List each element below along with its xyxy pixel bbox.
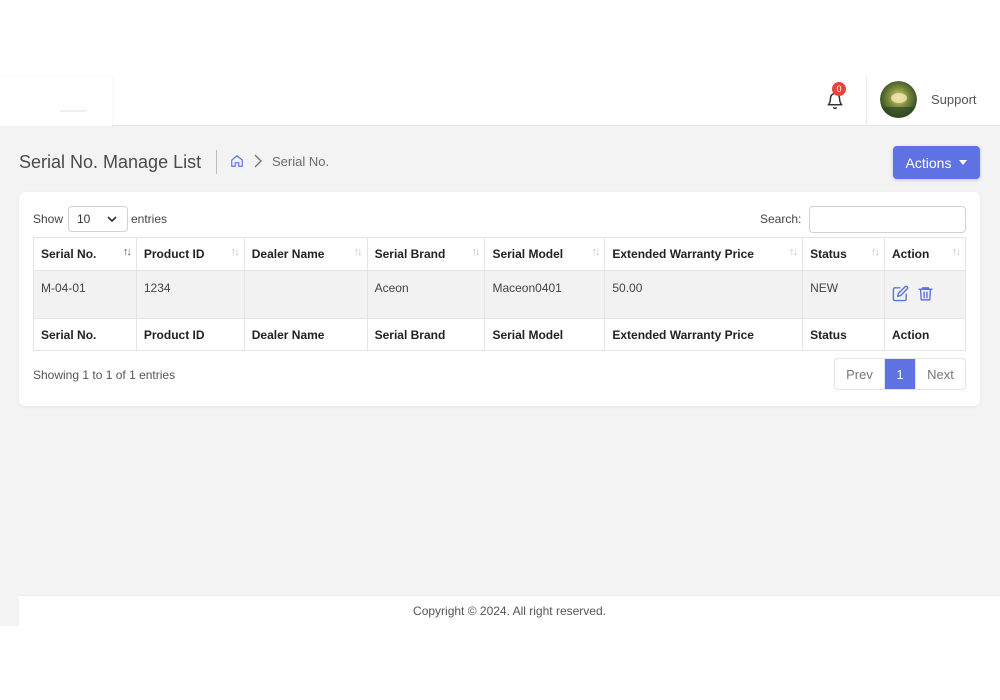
col-header-warranty-price[interactable]: Extended Warranty Price ↑↓ — [604, 237, 804, 271]
search-input[interactable] — [809, 206, 966, 233]
edit-icon[interactable] — [892, 285, 909, 302]
cell-action — [884, 270, 966, 319]
user-name[interactable]: Support — [931, 92, 977, 107]
col-header-serial-brand[interactable]: Serial Brand ↑↓ — [366, 237, 486, 271]
cell-status: NEW — [802, 270, 886, 319]
col-header-action[interactable]: Action ↑↓ — [884, 237, 966, 271]
show-label: Show — [33, 212, 64, 226]
cell-product-id: 1234 — [135, 270, 245, 319]
table-info: Showing 1 to 1 of 1 entries — [33, 368, 176, 382]
caret-down-icon — [959, 160, 968, 165]
chevron-right-icon — [254, 154, 262, 168]
sort-icon: ↑↓ — [230, 246, 240, 258]
col-header-serial-model[interactable]: Serial Model ↑↓ — [484, 237, 606, 271]
col-footer-dealer-name: Dealer Name — [243, 318, 368, 351]
col-footer-serial-model: Serial Model — [484, 318, 606, 351]
cell-warranty-price: 50.00 — [604, 270, 804, 319]
footer-row: Serial No. Product ID Dealer Name Serial… — [33, 318, 966, 351]
sort-icon: ↑↓ — [353, 246, 363, 258]
notification-badge: 0 — [832, 82, 846, 96]
pagination-page-1[interactable]: 1 — [885, 359, 915, 389]
chevron-down-icon — [107, 216, 117, 223]
cell-dealer-name — [243, 270, 368, 319]
pagination-prev-button[interactable]: Prev — [835, 359, 885, 389]
pagination: Prev 1 Next — [834, 358, 966, 390]
sort-icon: ↑↓ — [871, 246, 880, 258]
col-footer-product-id: Product ID — [135, 318, 245, 351]
cell-serial-brand: Aceon — [366, 270, 486, 319]
page-title: Serial No. Manage List — [19, 152, 202, 172]
user-avatar[interactable] — [880, 81, 917, 118]
title-divider — [216, 150, 217, 174]
col-footer-action: Action — [884, 318, 966, 351]
col-footer-status: Status — [802, 318, 886, 351]
entries-label: entries — [131, 212, 168, 226]
trash-icon[interactable] — [917, 285, 934, 302]
serial-table: Serial No. ↑↓ Product ID ↑↓ Dealer Name ↑↓ … — [33, 237, 966, 351]
cell-serial-no: M-04-01 — [33, 270, 137, 319]
header-divider — [866, 76, 867, 126]
col-footer-serial-no: Serial No. — [33, 318, 137, 351]
cell-serial-model: Maceon0401 — [484, 270, 606, 319]
sort-asc-icon: ↑↓ — [122, 246, 132, 258]
pagination-next-button[interactable]: Next — [915, 359, 965, 389]
col-header-status[interactable]: Status ↑↓ — [802, 237, 886, 271]
page-footer: Copyright © 2024. All right reserved. — [19, 595, 1000, 626]
breadcrumb-current: Serial No. — [272, 154, 330, 169]
copyright-text: Copyright © 2024. All right reserved. — [413, 604, 606, 618]
app-shell: 0 Support Serial No. Manage List Serial … — [0, 76, 1000, 626]
actions-button-label: Actions — [905, 154, 952, 171]
page-length-select[interactable]: 10 — [68, 206, 128, 232]
table-card: Show 10 entries Search: Serial No. ↑↓ Pro… — [19, 192, 980, 406]
home-icon[interactable] — [230, 154, 244, 168]
page-length-value: 10 — [77, 212, 91, 226]
sort-icon: ↑↓ — [952, 246, 961, 258]
col-header-product-id[interactable]: Product ID ↑↓ — [135, 237, 245, 271]
sort-icon: ↑↓ — [789, 246, 798, 258]
header-row: Serial No. ↑↓ Product ID ↑↓ Dealer Name ↑↓ … — [33, 237, 966, 271]
search-label: Search: — [760, 212, 802, 226]
sort-icon: ↑↓ — [471, 246, 480, 258]
col-header-serial-no[interactable]: Serial No. ↑↓ — [33, 237, 137, 271]
table-row: M-04-01 1234 Aceon Maceon0401 50.00 NEW — [33, 270, 966, 319]
actions-dropdown-button[interactable]: Actions — [893, 146, 980, 179]
col-footer-warranty-price: Extended Warranty Price — [604, 318, 804, 351]
col-header-dealer-name[interactable]: Dealer Name ↑↓ — [243, 237, 368, 271]
col-footer-serial-brand: Serial Brand — [366, 318, 486, 351]
sort-icon: ↑↓ — [591, 246, 600, 258]
logo-area — [0, 76, 112, 126]
top-header: 0 Support — [0, 76, 1000, 126]
